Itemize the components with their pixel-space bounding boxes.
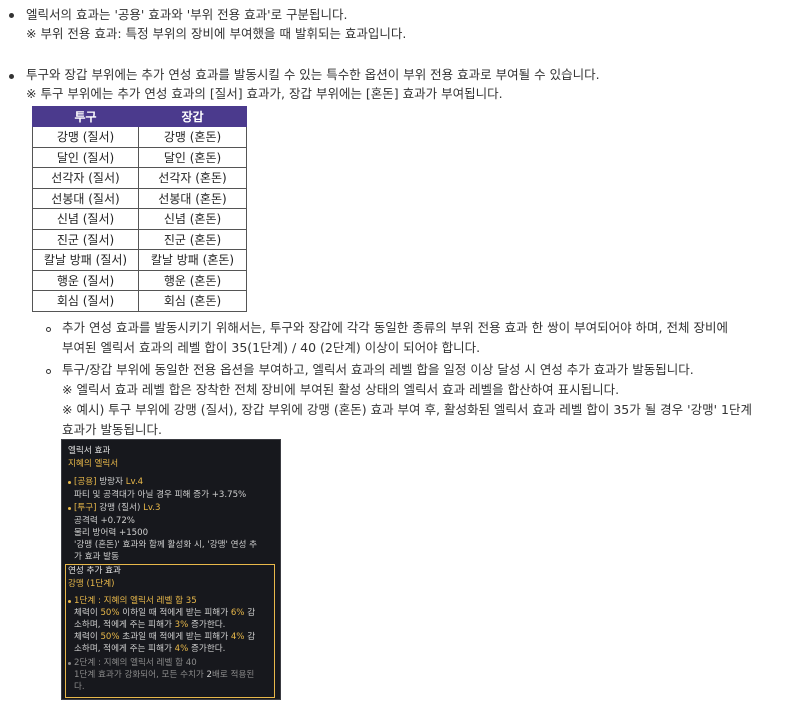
stage2-line2: 다. <box>74 682 85 692</box>
sub2-line2: ※ 엘릭서 효과 레벨 합은 장착한 전체 장비에 부여된 활성 상태의 엘릭서… <box>62 382 620 397</box>
table-row: 달인 (질서) 달인 (혼돈) <box>32 146 247 168</box>
tooltip-helm-note1: '강맹 (혼돈)' 효과와 함께 활성화 시, '강맹' 연성 추 <box>74 540 258 550</box>
table-row: 강맹 (질서) 강맹 (혼돈) <box>32 126 247 148</box>
sub2-line4: 효과가 발동됩니다. <box>62 422 162 437</box>
table-row: 선각자 (질서) 선각자 (혼돈) <box>32 167 247 189</box>
bullet-icon <box>68 507 71 510</box>
table-cell: 회심 (혼돈) <box>138 290 247 312</box>
tooltip-helm-stat2: 물리 방어력 +1500 <box>74 528 149 538</box>
stage1-line2: 소하며, 적에게 주는 피해가 3% 증가한다. <box>74 620 226 630</box>
table-cell: 행운 (질서) <box>32 269 139 291</box>
bullet-icon <box>9 74 14 79</box>
table-cell: 진군 (혼돈) <box>138 228 247 250</box>
tooltip-helm-stat1: 공격력 +0.72% <box>74 516 135 526</box>
table-cell: 강맹 (혼돈) <box>138 126 247 148</box>
bullet-icon <box>68 481 71 484</box>
elixir-tooltip-image: 엘릭서 효과 지혜의 엘릭서 [공용] 방랑자 Lv.4 파티 및 공격대가 아… <box>61 439 281 700</box>
table-header-helm: 투구 <box>32 106 139 127</box>
circle-bullet-icon <box>46 327 51 332</box>
table-cell: 선봉대 (혼돈) <box>138 187 247 209</box>
table-row: 회심 (질서) 회심 (혼돈) <box>32 290 247 312</box>
table-cell: 달인 (질서) <box>32 146 139 168</box>
table-row: 선봉대 (질서) 선봉대 (혼돈) <box>32 187 247 209</box>
tooltip-common-line: [공용] 방랑자 Lv.4 <box>74 477 144 487</box>
table-row: 칼날 방패 (질서) 칼날 방패 (혼돈) <box>32 249 247 271</box>
table-cell: 칼날 방패 (혼돈) <box>138 249 247 271</box>
table-cell: 선봉대 (질서) <box>32 187 139 209</box>
tooltip-header: 엘릭서 효과 <box>68 446 111 456</box>
stage1-title: 1단계 : 지혜의 엘릭서 레벨 합 35 <box>74 596 197 606</box>
sub2-line3: ※ 예시) 투구 부위에 강맹 (질서), 장갑 부위에 강맹 (혼돈) 효과 … <box>62 402 752 417</box>
table-cell: 달인 (혼돈) <box>138 146 247 168</box>
table-cell: 선각자 (질서) <box>32 167 139 189</box>
table-cell: 진군 (질서) <box>32 228 139 250</box>
document-page: 엘릭서의 효과는 '공용' 효과와 '부위 전용 효과'로 구분됩니다. ※ 부… <box>0 0 800 703</box>
stage1-line4: 소하며, 적에게 주는 피해가 4% 증가한다. <box>74 644 226 654</box>
table-cell: 칼날 방패 (질서) <box>32 249 139 271</box>
table-header-row: 투구 장갑 <box>32 106 247 127</box>
circle-bullet-icon <box>46 369 51 374</box>
table-cell: 선각자 (혼돈) <box>138 167 247 189</box>
table-cell: 신념 (질서) <box>32 208 139 230</box>
table-cell: 행운 (혼돈) <box>138 269 247 291</box>
tooltip-subheader: 지혜의 엘릭서 <box>68 459 119 469</box>
table-cell: 강맹 (질서) <box>32 126 139 148</box>
stage1-line1: 체력이 50% 이하일 때 적에게 받는 피해가 6% 감 <box>74 608 256 618</box>
section1-line2: ※ 부위 전용 효과: 특정 부위의 장비에 부여했을 때 발휘되는 효과입니다… <box>26 26 407 41</box>
bullet-icon <box>9 13 14 18</box>
table-cell: 신념 (혼돈) <box>138 208 247 230</box>
table-row: 진군 (질서) 진군 (혼돈) <box>32 228 247 250</box>
stage2-title: 2단계 : 지혜의 엘릭서 레벨 합 40 <box>74 658 197 668</box>
bullet-icon <box>68 662 71 665</box>
option-table: 투구 장갑 강맹 (질서) 강맹 (혼돈) 달인 (질서) 달인 (혼돈) 선각자 … <box>32 106 247 312</box>
section2-line2: ※ 투구 부위에는 추가 연성 효과의 [질서] 효과가, 장갑 부위에는 [혼… <box>26 86 503 101</box>
section2-line1: 투구와 장갑 부위에는 추가 연성 효과를 발동시킬 수 있는 특수한 옵션이 … <box>26 67 600 82</box>
tooltip-common-desc: 파티 및 공격대가 아닐 경우 피해 증가 +3.75% <box>74 490 247 500</box>
table-row: 신념 (질서) 신념 (혼돈) <box>32 208 247 230</box>
section1-line1: 엘릭서의 효과는 '공용' 효과와 '부위 전용 효과'로 구분됩니다. <box>26 7 348 22</box>
sub1-line1: 추가 연성 효과를 발동시키기 위해서는, 투구와 장갑에 각각 동일한 종류의… <box>62 320 728 335</box>
table-cell: 회심 (질서) <box>32 290 139 312</box>
bullet-icon <box>68 600 71 603</box>
table-row: 행운 (질서) 행운 (혼돈) <box>32 269 247 291</box>
tooltip-helm-note2: 가 효과 발동 <box>74 552 119 562</box>
table-header-gloves: 장갑 <box>138 106 247 127</box>
tooltip-helm-line: [투구] 강맹 (질서) Lv.3 <box>74 503 161 513</box>
extra-effect-title: 연성 추가 효과 <box>68 566 121 576</box>
extra-effect-name: 강맹 (1단계) <box>68 579 115 589</box>
sub1-line2: 부여된 엘릭서 효과의 레벨 합이 35(1단계) / 40 (2단계) 이상이… <box>62 340 481 355</box>
stage1-line3: 체력이 50% 초과일 때 적에게 받는 피해가 4% 감 <box>74 632 256 642</box>
stage2-line1: 1단계 효과가 강화되어, 모든 수치가 2배로 적용된 <box>74 670 255 680</box>
sub2-line1: 투구/장갑 부위에 동일한 전용 옵션을 부여하고, 엘릭서 효과의 레벨 합을… <box>62 362 694 377</box>
